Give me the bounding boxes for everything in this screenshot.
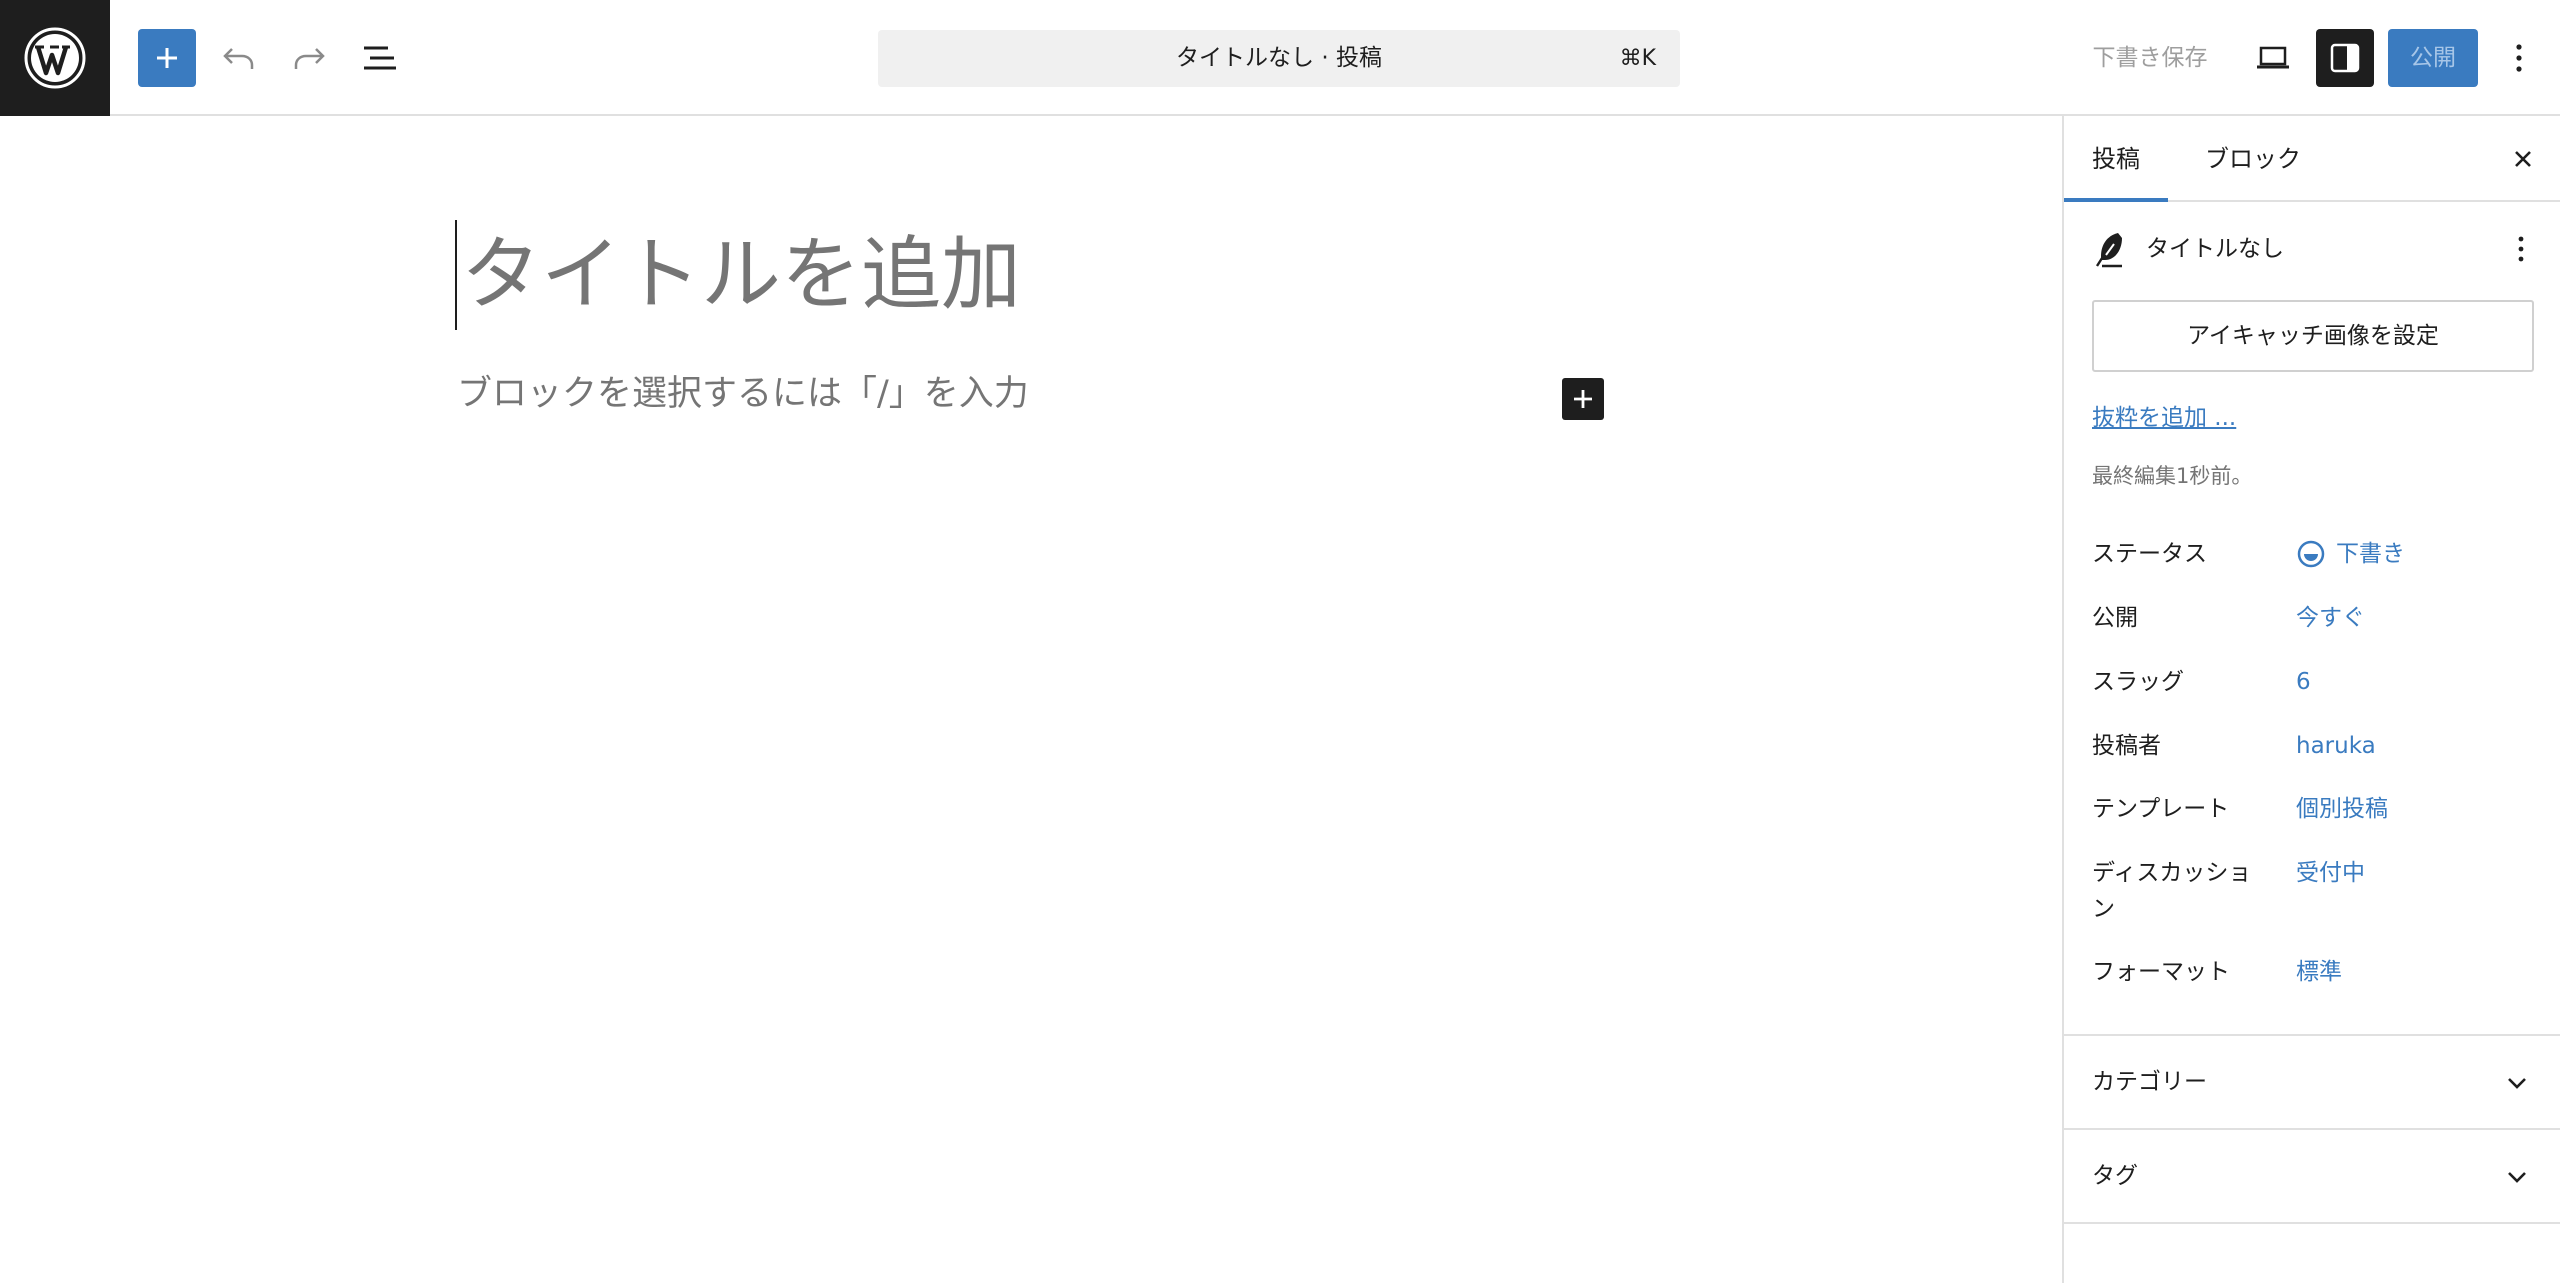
author-button[interactable]: haruka xyxy=(2296,728,2376,764)
laptop-icon xyxy=(2257,46,2289,69)
sidebar-icon xyxy=(2330,43,2360,73)
chevron-down-icon xyxy=(2500,1066,2534,1100)
close-settings-button[interactable] xyxy=(2500,136,2546,182)
last-edited-text: 最終編集1秒前。 xyxy=(2092,464,2253,488)
editor-canvas: タイトルを追加 ブロックを選択するには「/」を入力 xyxy=(0,116,2062,1283)
command-palette-button[interactable]: タイトルなし · 投稿 ⌘K xyxy=(878,30,1680,87)
editor-header: タイトルなし · 投稿 ⌘K 下書き保存 公開 xyxy=(0,0,2560,116)
wordpress-icon xyxy=(24,27,86,89)
tab-post[interactable]: 投稿 xyxy=(2064,116,2168,202)
set-featured-image-button[interactable]: アイキャッチ画像を設定 xyxy=(2092,300,2534,372)
slug-button[interactable]: 6 xyxy=(2296,664,2311,700)
settings-sidebar-toggle[interactable] xyxy=(2316,29,2374,87)
template-button[interactable]: 個別投稿 xyxy=(2296,791,2388,827)
redo-icon xyxy=(294,48,325,69)
panel-divider xyxy=(2064,1222,2560,1224)
publish-date-button[interactable]: 今すぐ xyxy=(2296,600,2365,636)
publish-label: 公開 xyxy=(2092,605,2138,631)
template-label: テンプレート xyxy=(2092,796,2230,822)
post-feather-icon xyxy=(2095,233,2122,268)
redo-button[interactable] xyxy=(284,29,334,87)
plus-icon xyxy=(1574,390,1592,408)
publish-button[interactable]: 公開 xyxy=(2388,29,2478,87)
block-inserter-toggle[interactable] xyxy=(138,29,196,87)
preview-button[interactable] xyxy=(2244,29,2302,87)
plus-icon xyxy=(157,48,177,68)
tags-panel-toggle[interactable]: タグ xyxy=(2064,1128,2560,1222)
vertical-ellipsis-icon xyxy=(2516,44,2522,72)
tab-block[interactable]: ブロック xyxy=(2188,116,2318,202)
status-value-button[interactable]: 下書き xyxy=(2296,536,2405,572)
author-label: 投稿者 xyxy=(2092,733,2161,759)
options-menu-button[interactable] xyxy=(2492,29,2546,87)
list-view-icon xyxy=(364,46,396,70)
undo-icon xyxy=(223,48,254,69)
discussion-label: ディスカッション xyxy=(2092,860,2252,922)
post-card-header: タイトルなし xyxy=(2092,226,2532,272)
settings-sidebar: 投稿 ブロック タイトルなし アイキャッチ画像を設定 抜粋を追加 ... 最終編… xyxy=(2062,116,2560,1283)
status-label: ステータス xyxy=(2092,541,2207,567)
categories-panel-toggle[interactable]: カテゴリー xyxy=(2064,1034,2560,1128)
format-label: フォーマット xyxy=(2092,959,2230,985)
wordpress-logo-button[interactable] xyxy=(0,0,110,116)
draft-status-icon xyxy=(2297,540,2325,568)
vertical-ellipsis-icon xyxy=(2518,236,2524,262)
post-actions-button[interactable] xyxy=(2506,226,2536,272)
chevron-down-icon xyxy=(2500,1160,2534,1194)
tags-panel-title: タグ xyxy=(2092,1163,2138,1189)
categories-panel-title: カテゴリー xyxy=(2092,1069,2207,1095)
default-block-appender[interactable]: ブロックを選択するには「/」を入力 xyxy=(457,370,1029,418)
document-overview-button[interactable] xyxy=(354,29,406,87)
post-title-input[interactable]: タイトルを追加 xyxy=(455,220,1021,330)
undo-button[interactable] xyxy=(214,29,264,87)
format-button[interactable]: 標準 xyxy=(2296,954,2342,990)
status-value: 下書き xyxy=(2336,541,2405,567)
document-title: タイトルなし · 投稿 xyxy=(1176,45,1382,71)
save-draft-button[interactable]: 下書き保存 xyxy=(2080,29,2220,87)
slug-label: スラッグ xyxy=(2092,669,2184,695)
add-excerpt-link[interactable]: 抜粋を追加 ... xyxy=(2092,398,2236,432)
inline-block-inserter-button[interactable] xyxy=(1562,378,1604,420)
discussion-button[interactable]: 受付中 xyxy=(2296,855,2365,891)
sidebar-tabs: 投稿 ブロック xyxy=(2064,116,2560,202)
post-card-title: タイトルなし xyxy=(2146,236,2284,262)
close-icon xyxy=(2515,151,2531,167)
keyboard-shortcut: ⌘K xyxy=(1619,46,1656,71)
